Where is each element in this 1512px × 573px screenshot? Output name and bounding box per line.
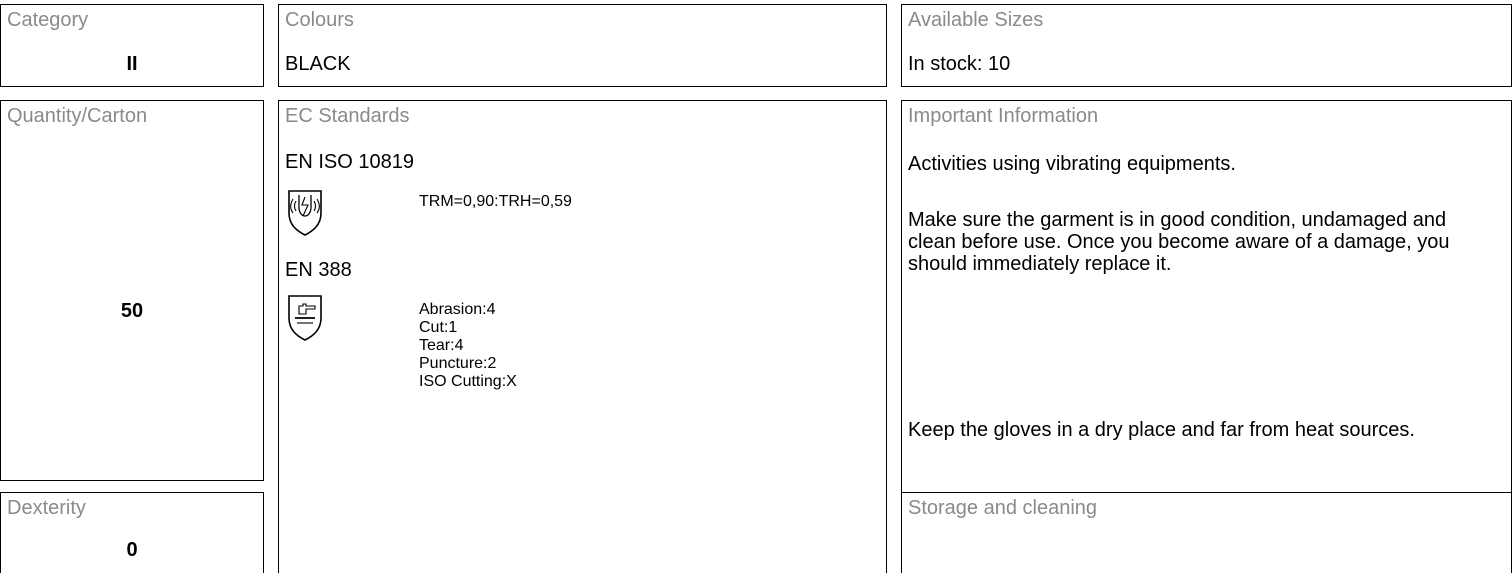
quantity-value: 50: [120, 300, 144, 322]
important-info-label: Important Information: [908, 105, 1099, 127]
storage-label: Storage and cleaning: [908, 497, 1098, 519]
important-info-paragraph: Activities using vibrating equipments.: [908, 153, 1236, 175]
standard-value: Puncture:2: [419, 355, 497, 372]
storage-box: Storage and cleaning: [901, 492, 1512, 573]
standard-name-en-388: EN 388: [285, 259, 352, 281]
colours-box: Colours BLACK: [278, 4, 887, 87]
standards-label: EC Standards: [285, 105, 410, 127]
standard-value: TRM=0,90:TRH=0,59: [419, 193, 572, 210]
standard-value: Tear:4: [419, 337, 464, 354]
standard-value: Abrasion:4: [419, 301, 496, 318]
category-label: Category: [7, 9, 89, 31]
vibration-pictogram-icon: [288, 190, 322, 236]
important-info-box: Important Information Activities using v…: [901, 100, 1512, 493]
standards-box: EC Standards EN ISO 10819 TRM=0,90:TRH=0…: [278, 100, 887, 573]
quantity-label: Quantity/Carton: [7, 105, 148, 127]
quantity-box: Quantity/Carton 50: [0, 100, 264, 481]
dexterity-value: 0: [126, 539, 138, 561]
standard-values-en-iso-10819: TRM=0,90:TRH=0,59: [419, 193, 572, 211]
standard-name-en-iso-10819: EN ISO 10819: [285, 151, 414, 173]
colours-value: BLACK: [285, 53, 351, 75]
dexterity-label: Dexterity: [7, 497, 86, 519]
colours-label: Colours: [285, 9, 354, 31]
category-value: II: [126, 53, 138, 75]
mechanical-risk-pictogram-icon: [288, 295, 322, 341]
sizes-box: Available Sizes In stock: 10: [901, 4, 1512, 87]
text-cursor: [901, 536, 902, 573]
standard-values-en-388: Abrasion:4 Cut:1 Tear:4 Puncture:2 ISO C…: [419, 301, 517, 391]
standard-value: ISO Cutting:X: [419, 373, 517, 390]
standard-value: Cut:1: [419, 319, 458, 336]
sizes-label: Available Sizes: [908, 9, 1044, 31]
dexterity-box: Dexterity 0: [0, 492, 264, 573]
sizes-value: In stock: 10: [908, 53, 1011, 75]
category-box: Category II: [0, 4, 264, 87]
important-info-paragraph: Keep the gloves in a dry place and far f…: [908, 419, 1415, 441]
important-info-paragraph: Make sure the garment is in good conditi…: [908, 209, 1450, 275]
